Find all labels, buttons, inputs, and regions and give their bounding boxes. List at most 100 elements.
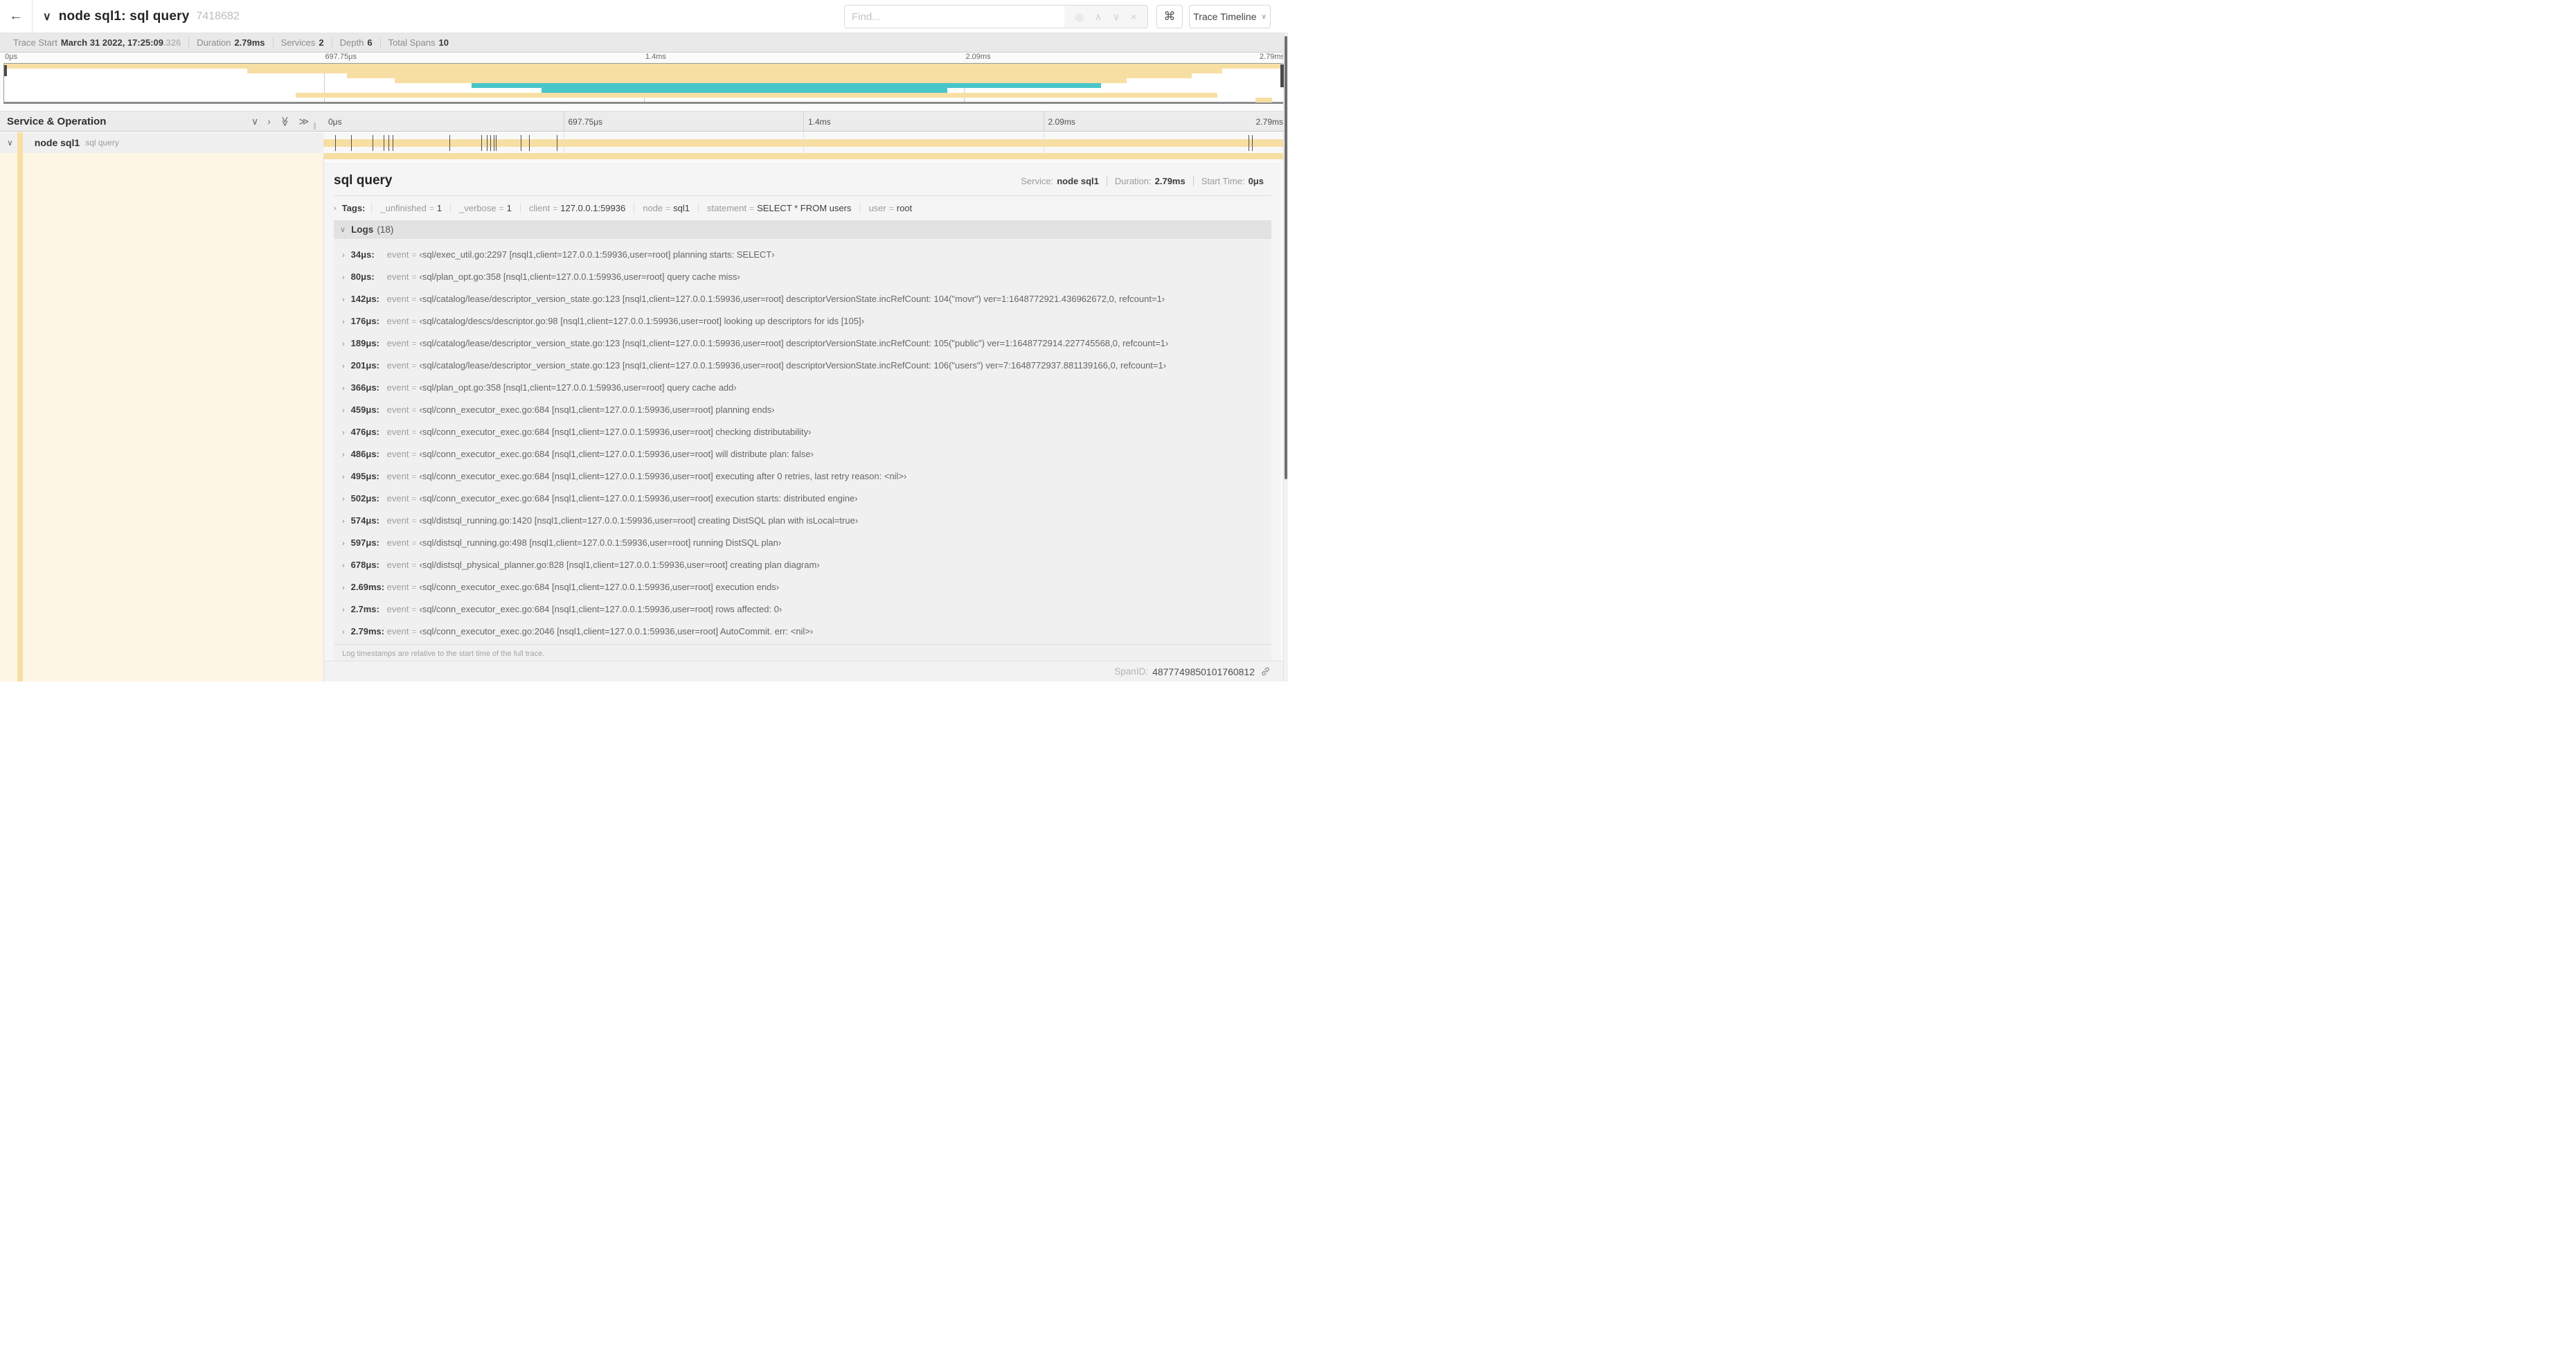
locate-icon[interactable]: ◎ bbox=[1075, 11, 1084, 23]
log-entry[interactable]: › 678μs: event = ‹sql/distsql_physical_plann… bbox=[334, 554, 1271, 576]
log-timestamp: 201μs: bbox=[350, 360, 379, 371]
tick-label: 2.09ms bbox=[1048, 117, 1075, 127]
log-marker-tick bbox=[388, 135, 389, 151]
chevron-down-icon: ∨ bbox=[1261, 12, 1267, 21]
log-entry[interactable]: › 201μs: event = ‹sql/catalog/lease/descript… bbox=[334, 355, 1271, 377]
back-button[interactable]: ← bbox=[0, 0, 33, 33]
scrollbar-thumb[interactable] bbox=[1285, 36, 1287, 479]
minimap-span-bar bbox=[247, 69, 1223, 73]
minimap-canvas[interactable] bbox=[3, 63, 1285, 104]
chevron-right-icon: › bbox=[342, 495, 345, 504]
equals-sign: = bbox=[411, 294, 417, 304]
log-entry[interactable]: › 2.79ms: event = ‹sql/conn_executor_exec.go… bbox=[334, 621, 1271, 643]
tags-row[interactable]: › Tags: _unfinished = 1 _verbose = 1 client = 127.… bbox=[334, 196, 1271, 220]
tag-item: user = root bbox=[859, 203, 920, 213]
equals-sign: = bbox=[411, 427, 417, 437]
log-field-value: ‹sql/plan_opt.go:358 [nsql1,client=127.0… bbox=[419, 271, 740, 282]
log-entry[interactable]: › 142μs: event = ‹sql/catalog/lease/descript… bbox=[334, 288, 1271, 310]
expand-all-icon[interactable]: ≫ bbox=[299, 116, 310, 127]
view-selector-button[interactable]: Trace Timeline ∨ bbox=[1189, 5, 1271, 28]
chevron-right-icon: › bbox=[342, 384, 345, 393]
log-entry[interactable]: › 80μs: event = ‹sql/plan_opt.go:358 [nsql1,… bbox=[334, 266, 1271, 288]
timeline-ruler: 0μs 697.75μs 1.4ms 2.09ms 2.79ms bbox=[323, 112, 1283, 131]
log-field-key: event bbox=[386, 271, 409, 282]
log-entry[interactable]: › 486μs: event = ‹sql/conn_executor_exec.go:… bbox=[334, 443, 1271, 465]
log-entry[interactable]: › 2.7ms: event = ‹sql/conn_executor_exec.go:… bbox=[334, 598, 1271, 621]
tag-key: _verbose bbox=[459, 203, 497, 213]
log-field-key: event bbox=[386, 316, 409, 326]
log-entry[interactable]: › 189μs: event = ‹sql/catalog/lease/descript… bbox=[334, 332, 1271, 355]
tag-item: node = sql1 bbox=[634, 203, 698, 213]
summary-item-value: 10 bbox=[438, 37, 449, 48]
summary-item: Services 2 bbox=[272, 37, 332, 48]
vertical-scrollbar[interactable] bbox=[1283, 33, 1288, 682]
equals-sign: = bbox=[411, 627, 417, 636]
detail-span-title: sql query bbox=[334, 173, 393, 188]
collapse-all-icon[interactable]: ≫ bbox=[279, 116, 291, 127]
log-entry[interactable]: › 476μs: event = ‹sql/conn_executor_exec.go:… bbox=[334, 421, 1271, 443]
chevron-right-icon: › bbox=[342, 628, 345, 636]
logs-header[interactable]: ∨ Logs (18) bbox=[334, 220, 1271, 239]
log-timestamp: 2.69ms: bbox=[350, 582, 385, 592]
collapse-children-icon[interactable]: ∨ bbox=[7, 138, 13, 148]
span-detail-area: sql query Service: node sql1 Duration: 2.79… bbox=[323, 153, 1283, 682]
keyboard-shortcuts-button[interactable]: ⌘ bbox=[1156, 5, 1183, 28]
grid-line bbox=[803, 112, 804, 131]
log-entry[interactable]: › 176μs: event = ‹sql/catalog/descs/descript… bbox=[334, 310, 1271, 332]
deep-link-icon[interactable] bbox=[1260, 666, 1271, 677]
tag-key: client bbox=[528, 203, 551, 213]
log-timestamp: 597μs: bbox=[350, 537, 379, 548]
next-match-icon[interactable]: ∨ bbox=[1113, 11, 1120, 23]
log-entry[interactable]: › 366μs: event = ‹sql/plan_opt.go:358 [nsql1… bbox=[334, 377, 1271, 399]
log-entry[interactable]: › 34μs: event = ‹sql/exec_util.go:2297 [nsql… bbox=[334, 244, 1271, 266]
minimap-span-bar bbox=[542, 88, 947, 93]
log-field-key: event bbox=[386, 427, 409, 437]
collapse-trace-icon[interactable]: ∨ bbox=[43, 10, 51, 24]
equals-sign: = bbox=[499, 204, 504, 213]
summary-item-value: 6 bbox=[367, 37, 373, 48]
tick-label: 1.4ms bbox=[645, 53, 666, 61]
prev-match-icon[interactable]: ∧ bbox=[1095, 11, 1102, 23]
minimap-left-drag-handle[interactable] bbox=[4, 65, 7, 76]
log-field-value: ‹sql/conn_executor_exec.go:684 [nsql1,cl… bbox=[419, 471, 907, 481]
log-field-value: ‹sql/catalog/lease/descriptor_version_st… bbox=[419, 360, 1167, 371]
equals-sign: = bbox=[429, 204, 434, 213]
span-row-timeline[interactable] bbox=[323, 132, 1283, 153]
log-entry[interactable]: › 502μs: event = ‹sql/conn_executor_exec.go:… bbox=[334, 488, 1271, 510]
log-field-key: event bbox=[386, 404, 409, 415]
chevron-right-icon: › bbox=[342, 473, 345, 481]
find-input[interactable] bbox=[845, 6, 1064, 28]
detail-meta-label: Duration: bbox=[1114, 176, 1152, 186]
log-entry[interactable]: › 2.69ms: event = ‹sql/conn_executor_exec.go… bbox=[334, 576, 1271, 598]
detail-meta: Service: node sql1 Duration: 2.79ms Start Ti… bbox=[1013, 176, 1271, 186]
service-operation-header: Service & Operation ∨ › ≫ ≫ ∥ bbox=[0, 112, 323, 131]
log-marker-tick bbox=[528, 135, 530, 151]
chevron-right-icon: › bbox=[342, 584, 345, 592]
span-operation-name: sql query bbox=[85, 138, 119, 148]
minimap-right-drag-handle[interactable] bbox=[1280, 64, 1284, 87]
log-entry[interactable]: › 459μs: event = ‹sql/conn_executor_exec.go:… bbox=[334, 399, 1271, 421]
log-field-value: ‹sql/conn_executor_exec.go:684 [nsql1,cl… bbox=[419, 427, 812, 437]
clear-find-icon[interactable]: × bbox=[1131, 11, 1136, 22]
log-entry[interactable]: › 597μs: event = ‹sql/distsql_running.go:498… bbox=[334, 532, 1271, 554]
chevron-down-icon: ∨ bbox=[340, 226, 346, 234]
column-resize-handle[interactable]: ∥ bbox=[313, 123, 316, 130]
tag-key: statement bbox=[707, 203, 747, 213]
log-entry[interactable]: › 495μs: event = ‹sql/conn_executor_exec.go:… bbox=[334, 465, 1271, 488]
equals-sign: = bbox=[411, 339, 417, 348]
span-row[interactable]: ∨ node sql1 sql query bbox=[0, 132, 1288, 153]
expand-one-icon[interactable]: › bbox=[267, 116, 271, 127]
log-marker-tick bbox=[496, 135, 497, 151]
summary-item-label: Total Spans bbox=[388, 37, 436, 48]
log-field-value: ‹sql/catalog/lease/descriptor_version_st… bbox=[419, 338, 1169, 348]
equals-sign: = bbox=[411, 472, 417, 481]
tick-label: 0μs bbox=[328, 117, 342, 127]
summary-item-suffix: .326 bbox=[163, 37, 181, 48]
equals-sign: = bbox=[749, 204, 755, 213]
log-field-value: ‹sql/distsql_physical_planner.go:828 [ns… bbox=[419, 560, 820, 570]
collapse-one-icon[interactable]: ∨ bbox=[251, 116, 258, 127]
log-field-key: event bbox=[386, 560, 409, 570]
log-entry[interactable]: › 574μs: event = ‹sql/distsql_running.go:142… bbox=[334, 510, 1271, 532]
log-timestamp: 80μs: bbox=[350, 271, 375, 282]
span-row-name-cell[interactable]: ∨ node sql1 sql query bbox=[0, 132, 323, 153]
